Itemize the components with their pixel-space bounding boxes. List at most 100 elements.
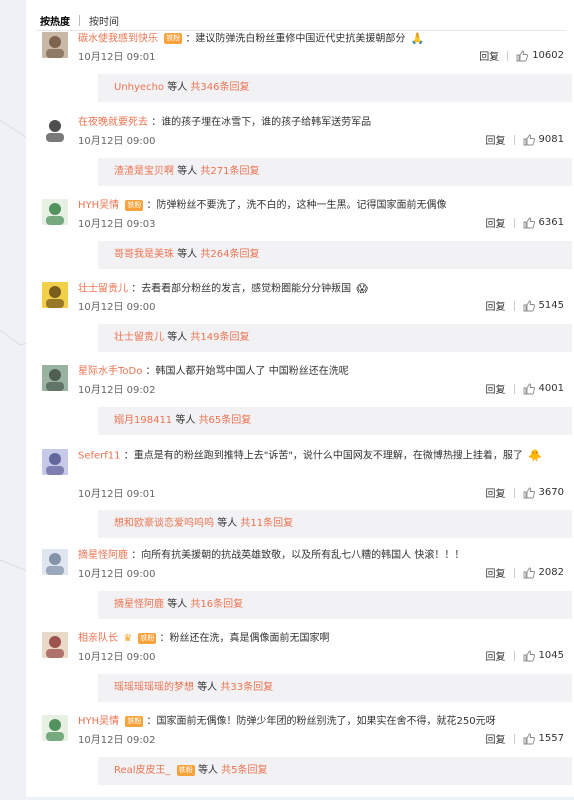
reply-summary-count[interactable]: 共33条回复: [220, 682, 273, 693]
username-link[interactable]: 星际水手ToDo: [78, 366, 142, 377]
action-divider: [513, 300, 515, 311]
reply-summary-count[interactable]: 共149条回复: [190, 332, 249, 343]
colon-separator: ：: [159, 633, 170, 644]
action-divider: [513, 383, 515, 394]
like-count: 6361: [538, 217, 564, 228]
avatar[interactable]: [42, 282, 68, 308]
reply-summary-count[interactable]: 共16条回复: [190, 599, 243, 610]
reply-summary-user[interactable]: 渣渣是宝贝啊: [114, 166, 174, 177]
reply-summary-count[interactable]: 共65条回复: [199, 415, 252, 426]
comment-actions: 回复 4001: [486, 381, 564, 396]
username-link[interactable]: HYH吴情: [78, 200, 119, 211]
emoji-icon: 🐥: [528, 449, 542, 462]
username-link[interactable]: Seferf11: [78, 451, 121, 462]
comment-item: 在夜晚就要死去 ：谁的孩子埋在冰雪下，谁的孩子给韩军送劳军品 10月12日 09…: [36, 112, 572, 192]
reply-summary-user[interactable]: 壮士留贵儿: [114, 332, 164, 343]
reply-summary-user[interactable]: 嫋月198411: [114, 415, 172, 426]
action-divider: [513, 134, 515, 145]
reply-button[interactable]: 回复: [486, 132, 506, 147]
reply-button[interactable]: 回复: [486, 298, 506, 313]
reply-summary-user[interactable]: Unhyecho: [114, 82, 164, 93]
like-button[interactable]: 4001: [523, 383, 564, 395]
thumbs-up-icon: [523, 650, 535, 661]
username-link[interactable]: 碳水使我感到快乐: [78, 34, 158, 45]
username-link[interactable]: 相亲队长: [78, 633, 118, 644]
reply-button[interactable]: 回复: [486, 731, 506, 746]
reply-summary-count[interactable]: 共5条回复: [221, 765, 267, 776]
comment-item: 碳水使我感到快乐 铁粉 ：建议防弹洗白粉丝重修中国近代史抗美援朝部分 🙏 10月…: [36, 28, 572, 108]
like-button[interactable]: 10602: [516, 50, 564, 62]
avatar[interactable]: [42, 549, 68, 575]
like-button[interactable]: 2082: [523, 567, 564, 579]
tab-divider: [79, 14, 80, 26]
thumbs-up-icon: [523, 567, 535, 578]
like-button[interactable]: 3670: [523, 487, 564, 499]
reply-summary-user[interactable]: Real皮皮王_: [114, 765, 171, 776]
colon-separator: ：: [131, 550, 142, 561]
comment-actions: 回复 1045: [486, 648, 564, 663]
comment-time: 10月12日 09:02: [78, 385, 156, 396]
reply-summary-user[interactable]: 想和欧豪谈恋爱呜呜呜: [114, 518, 214, 529]
avatar[interactable]: [42, 632, 68, 658]
sort-tabs: 按热度 按时间: [40, 10, 119, 30]
comment-time: 10月12日 09:00: [78, 136, 156, 147]
thumbs-up-icon: [523, 487, 535, 498]
reply-summary[interactable]: 想和欧豪谈恋爱呜呜呜 等人 共11条回复: [98, 510, 572, 538]
reply-summary-user[interactable]: 摘星怪阿鹿: [114, 599, 164, 610]
comment-time: 10月12日 09:00: [78, 302, 156, 313]
reply-summary-count[interactable]: 共264条回复: [200, 249, 259, 260]
reply-summary-count[interactable]: 共346条回复: [190, 82, 249, 93]
comment-text: 韩国人都开始骂中国人了 中国粉丝还在洗呢: [155, 366, 349, 377]
username-link[interactable]: HYH吴情: [78, 716, 119, 727]
like-button[interactable]: 5145: [523, 300, 564, 312]
reply-summary[interactable]: Unhyecho 等人 共346条回复: [98, 74, 572, 102]
like-button[interactable]: 1045: [523, 650, 564, 662]
avatar[interactable]: [42, 32, 68, 58]
reply-summary[interactable]: 哥哥我是美珠 等人 共264条回复: [98, 241, 572, 269]
reply-button[interactable]: 回复: [486, 381, 506, 396]
like-count: 1557: [538, 733, 564, 744]
reply-summary[interactable]: Real皮皮王_ 铁粉 等人 共5条回复: [98, 757, 572, 785]
reply-summary-user[interactable]: 瑶瑶瑶瑶瑶的梦想: [114, 682, 194, 693]
comment-text-line: HYH吴情 铁粉 ：防弹粉丝不要洗了，洗不白的，这种一生黑。记得国家面前无偶像: [78, 198, 562, 213]
comment-item: 壮士留贵儿 ：去看看部分粉丝的发言，感觉粉圈能分分钟叛国 😱 10月12日 09…: [36, 278, 572, 358]
reply-summary[interactable]: 嫋月198411 等人 共65条回复: [98, 407, 572, 435]
reply-summary[interactable]: 壮士留贵儿 等人 共149条回复: [98, 324, 572, 352]
reply-summary-user[interactable]: 哥哥我是美珠: [114, 249, 174, 260]
reply-button[interactable]: 回复: [486, 648, 506, 663]
like-count: 3670: [538, 487, 564, 498]
tab-by-popularity[interactable]: 按热度: [40, 13, 70, 28]
avatar[interactable]: [42, 365, 68, 391]
like-button[interactable]: 1557: [523, 733, 564, 745]
reply-summary-count[interactable]: 共271条回复: [200, 166, 259, 177]
username-link[interactable]: 摘星怪阿鹿: [78, 550, 128, 561]
username-link[interactable]: 壮士留贵儿: [78, 284, 128, 295]
avatar[interactable]: [42, 449, 68, 475]
reply-button[interactable]: 回复: [479, 48, 499, 63]
avatar[interactable]: [42, 199, 68, 225]
like-button[interactable]: 9081: [523, 134, 564, 146]
reply-button[interactable]: 回复: [486, 215, 506, 230]
reply-summary[interactable]: 摘星怪阿鹿 等人 共16条回复: [98, 591, 572, 619]
comment-text: 防弹粉丝不要洗了，洗不白的，这种一生黑。记得国家面前无偶像: [156, 200, 447, 211]
reply-summary-count[interactable]: 共11条回复: [240, 518, 293, 529]
reply-summary[interactable]: 渣渣是宝贝啊 等人 共271条回复: [98, 158, 572, 186]
avatar[interactable]: [42, 715, 68, 741]
action-divider: [507, 50, 509, 61]
reply-button[interactable]: 回复: [486, 485, 506, 500]
comment-text-line: 相亲队长 ♛ 铁粉 ：粉丝还在洗，真是偶像面前无国家啊: [78, 631, 562, 646]
comment-actions: 回复 1557: [486, 731, 564, 746]
like-button[interactable]: 6361: [523, 217, 564, 229]
username-link[interactable]: 在夜晚就要死去: [78, 117, 148, 128]
reply-button[interactable]: 回复: [486, 565, 506, 580]
action-divider: [513, 650, 515, 661]
reply-summary-others: 等人: [177, 249, 198, 260]
reply-summary-others: 等人: [167, 82, 188, 93]
avatar[interactable]: [42, 116, 68, 142]
action-divider: [513, 733, 515, 744]
like-count: 9081: [538, 134, 564, 145]
tab-by-time[interactable]: 按时间: [89, 13, 119, 28]
reply-summary[interactable]: 瑶瑶瑶瑶瑶的梦想 等人 共33条回复: [98, 674, 572, 702]
comment-actions: 回复 2082: [486, 565, 564, 580]
comment-time: 10月12日 09:03: [78, 219, 156, 230]
